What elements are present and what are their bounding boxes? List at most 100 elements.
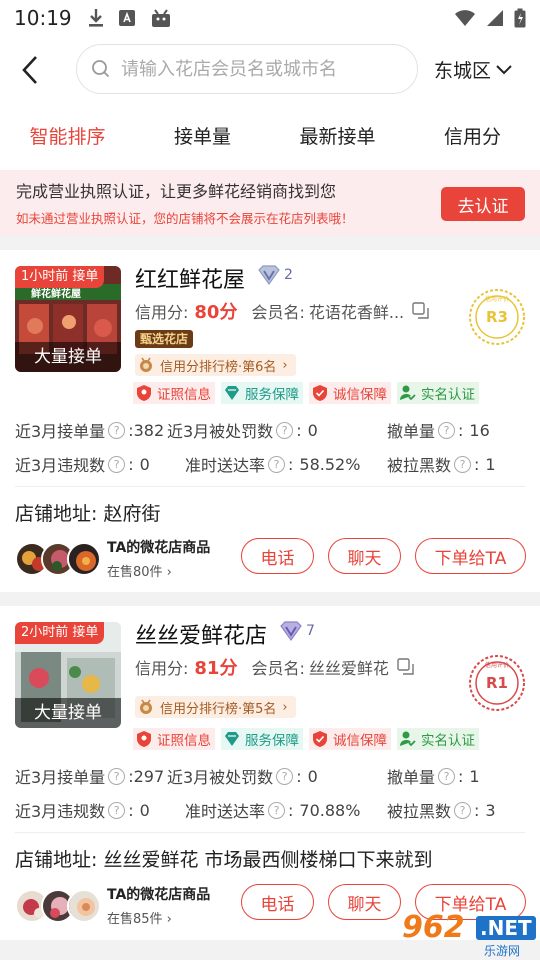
back-button[interactable] [0, 36, 60, 104]
help-icon[interactable]: ? [438, 767, 456, 785]
wifi-icon [455, 10, 475, 26]
divider [15, 832, 525, 833]
stat-colon: : [474, 454, 480, 474]
on-sale-count: 在售85件 [107, 912, 163, 927]
chat-button[interactable]: 聊天 [328, 884, 401, 920]
help-icon[interactable]: ? [276, 767, 294, 785]
shop-thumbnail[interactable]: 鲜花鲜花屋 1小时前 接单 大量接单 [15, 266, 121, 372]
chevron-right-icon: › [162, 565, 172, 580]
medal-icon [140, 699, 152, 714]
help-icon[interactable]: ? [454, 455, 472, 473]
copy-icon[interactable] [397, 658, 415, 676]
shop-thumbnail[interactable]: 2小时前 接单 大量接单 [15, 622, 121, 728]
stat-violation-label: 近3月违规数 [15, 802, 106, 821]
help-icon[interactable]: ? [438, 421, 456, 439]
verify-button[interactable]: 去认证 [441, 187, 525, 221]
stat-ontime-value: 58.52% [299, 454, 361, 474]
address-label: 店铺地址: [15, 849, 98, 871]
stat-orders: 近3月接单量?:382 [15, 418, 164, 442]
shop-address: 店铺地址: 丝丝爱鲜花 市场最西侧楼梯口下来就到 [15, 845, 433, 872]
diamond-service-icon [225, 386, 239, 400]
credit-rank[interactable]: 信用分排行榜·第5名 › [135, 696, 296, 718]
license-label: 证照信息 [157, 733, 211, 749]
time-tag: 1小时前 接单 [15, 266, 105, 288]
realname-badge[interactable]: 实名认证 [397, 728, 479, 750]
license-badge[interactable]: 证照信息 [133, 728, 215, 750]
stat-violation-value: 0 [139, 800, 150, 820]
tab-latest-orders[interactable]: 最新接单 [270, 104, 405, 170]
chevron-right-icon: › [162, 912, 172, 927]
help-icon[interactable]: ? [454, 801, 472, 819]
tab-order-count[interactable]: 接单量 [135, 104, 270, 170]
realname-badge[interactable]: 实名认证 [397, 382, 479, 404]
shield-check-icon [313, 731, 327, 747]
credit-row: 信用分: 81分 会员名: 丝丝爱鲜花 [135, 654, 415, 680]
product-avatars [15, 541, 101, 576]
copy-icon[interactable] [412, 302, 430, 320]
order-button[interactable]: 下单给TA [415, 538, 526, 574]
stat-cancel-label: 撤单量 [387, 768, 436, 787]
call-button[interactable]: 电话 [241, 538, 314, 574]
product-thumb [67, 888, 101, 923]
tab-credit-score[interactable]: 信用分 [405, 104, 540, 170]
shop-name[interactable]: 丝丝爱鲜花店 [135, 618, 267, 650]
help-icon[interactable]: ? [268, 455, 286, 473]
shop-stats: 近3月接单量?:382 近3月被处罚数?:0 撤单量?:16 近3月违规数?:0… [15, 412, 525, 480]
help-icon[interactable]: ? [108, 455, 126, 473]
seal-grade: R3 [486, 308, 508, 326]
stat-violation: 近3月违规数?:0 [15, 452, 150, 476]
stat-ontime: 准时送达率?:70.88% [185, 798, 360, 822]
stat-cancel: 撤单量?:16 [387, 418, 490, 442]
watermark-number: 962 [402, 910, 465, 945]
tab-smart-sort[interactable]: 智能排序 [0, 104, 135, 170]
help-icon[interactable]: ? [108, 767, 126, 785]
city-selector[interactable]: 东城区 [434, 56, 513, 83]
service-badge[interactable]: 服务保障 [221, 728, 303, 750]
chat-button[interactable]: 聊天 [328, 538, 401, 574]
help-icon[interactable]: ? [276, 421, 294, 439]
stat-blacklist-value: 3 [485, 800, 496, 820]
micro-shop-preview[interactable]: TA的微花店商品 在售85件 › [15, 884, 210, 927]
cert-badges: 证照信息 服务保障 诚信保障 实名认证 [133, 382, 479, 404]
honest-badge[interactable]: 诚信保障 [309, 728, 391, 750]
stat-violation-label: 近3月违规数 [15, 456, 106, 475]
service-label: 服务保障 [245, 387, 299, 403]
shop-name[interactable]: 红红鲜花屋 [135, 262, 245, 294]
diamond-icon [258, 265, 280, 286]
medal-icon [140, 357, 152, 372]
stat-colon: : [474, 800, 480, 820]
license-badge[interactable]: 证照信息 [133, 382, 215, 404]
stat-orders-label: 近3月接单量 [15, 768, 106, 787]
search-box[interactable] [76, 44, 418, 94]
search-input[interactable] [121, 58, 401, 80]
stat-penalty: 近3月被处罚数?:0 [167, 764, 318, 788]
service-badge[interactable]: 服务保障 [221, 382, 303, 404]
help-icon[interactable]: ? [108, 801, 126, 819]
address-value: 赵府街 [103, 503, 161, 525]
credit-score: 80分 [194, 302, 238, 323]
stat-cancel-label: 撤单量 [387, 422, 436, 441]
chevron-right-icon: › [282, 699, 288, 715]
honest-badge[interactable]: 诚信保障 [309, 382, 391, 404]
call-button[interactable]: 电话 [241, 884, 314, 920]
shop-stats: 近3月接单量?:297 近3月被处罚数?:0 撤单量?:1 近3月违规数?:0 … [15, 758, 525, 826]
stat-orders-label: 近3月接单量 [15, 422, 106, 441]
micro-shop-preview[interactable]: TA的微花店商品 在售80件 › [15, 537, 210, 580]
realname-label: 实名认证 [421, 733, 475, 749]
user-check-icon [400, 731, 416, 747]
help-icon[interactable]: ? [108, 421, 126, 439]
stat-ontime: 准时送达率?:58.52% [185, 452, 360, 476]
shop-card[interactable]: 2小时前 接单 大量接单 丝丝爱鲜花店 7 信用分: 81分 会员名: 丝丝爱鲜… [0, 606, 540, 940]
product-avatars [15, 888, 101, 923]
bulk-order-label: 大量接单 [15, 698, 121, 728]
credit-rank[interactable]: 信用分排行榜·第6名 › [135, 354, 296, 376]
shop-card[interactable]: 鲜花鲜花屋 1小时前 接单 大量接单 红红鲜花屋 2 信用分: 80分 会员名:… [0, 250, 540, 592]
download-icon [88, 9, 103, 27]
stat-ontime-label: 准时送达率 [185, 802, 266, 821]
chevron-down-icon [496, 64, 512, 74]
credit-score: 81分 [194, 658, 238, 679]
level-number: 2 [284, 267, 293, 283]
stat-blacklist-label: 被拉黑数 [387, 456, 452, 475]
level-number: 7 [306, 623, 315, 639]
help-icon[interactable]: ? [268, 801, 286, 819]
